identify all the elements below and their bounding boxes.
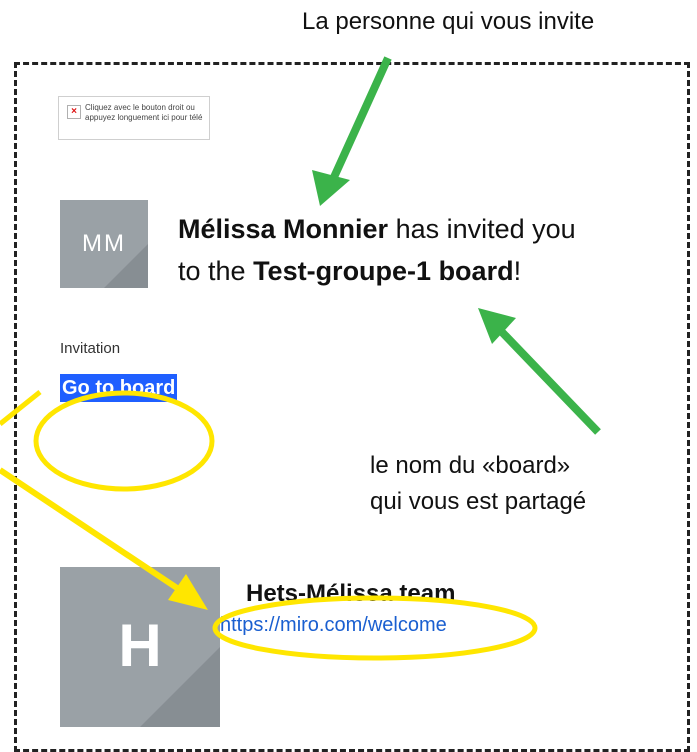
team-avatar-initial: H	[118, 612, 162, 679]
inviter-annotation-caption: La personne qui vous invite	[302, 8, 595, 35]
team-name: Hets-Mélissa team	[246, 580, 456, 607]
broken-image-text: Cliquez avec le bouton droit ou appuyez …	[85, 103, 203, 122]
board-caption-line-2: qui vous est partagé	[370, 488, 587, 515]
invite-text-2: to the	[178, 256, 254, 286]
inviter-avatar: MM	[60, 200, 148, 288]
team-link[interactable]: https://miro.com/welcome	[220, 614, 447, 637]
team-avatar: H	[60, 567, 220, 727]
invite-headline: Mélissa Monnier has invited you to the T…	[178, 208, 678, 292]
board-name-annotation: le nom du «board» qui vous est partagé	[370, 448, 586, 520]
board-caption-line-1: le nom du «board»	[370, 452, 571, 479]
broken-image-icon: ×	[67, 105, 81, 119]
invite-text-end: !	[513, 256, 522, 286]
invite-text-1: has invited you	[388, 214, 576, 244]
inviter-avatar-initials: MM	[82, 230, 126, 257]
go-to-board-link[interactable]: Go to board	[60, 374, 178, 402]
inviter-name: Mélissa Monnier	[178, 214, 389, 244]
board-name: Test-groupe-1 board	[253, 256, 514, 286]
invitation-label: Invitation	[60, 340, 121, 357]
broken-image-placeholder: × Cliquez avec le bouton droit ou appuye…	[58, 96, 210, 140]
